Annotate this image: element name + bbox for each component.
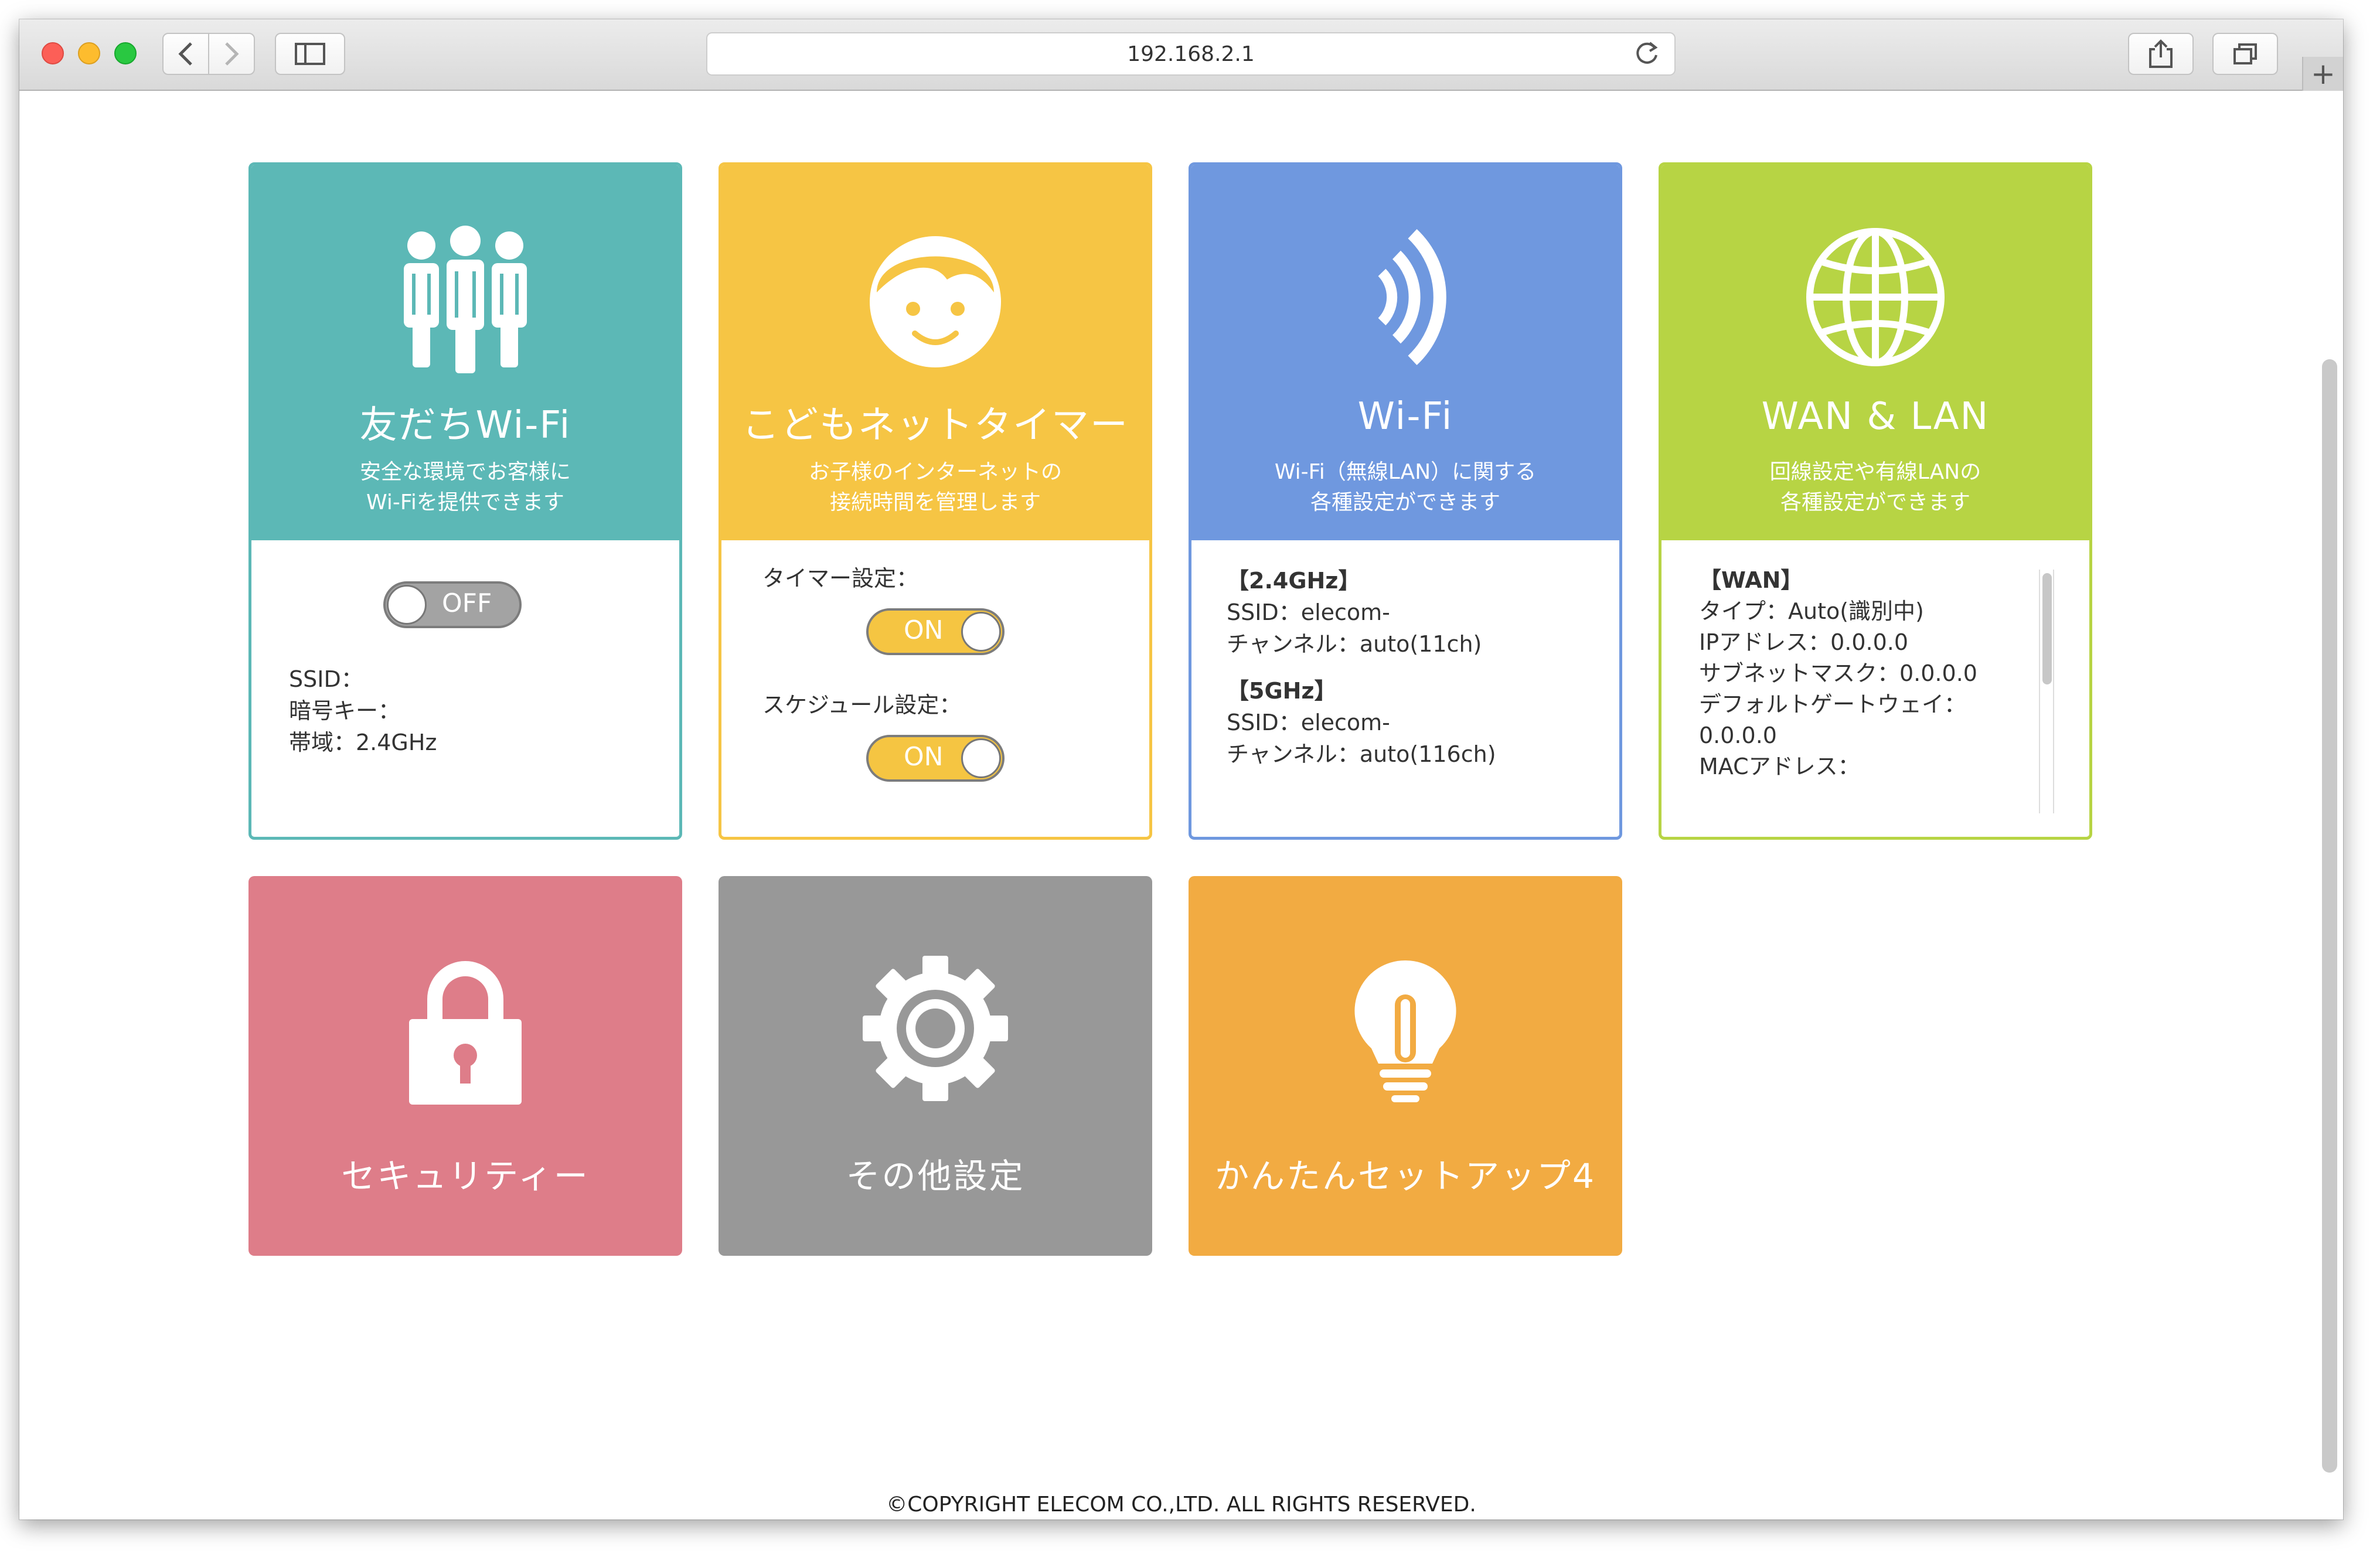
wan-subnet: サブネットマスク：0.0.0.0: [1699, 660, 1977, 686]
toggle-knob: [387, 585, 427, 625]
copyright-footer: ©COPYRIGHT ELECOM CO.,LTD. ALL RIGHTS RE…: [886, 1493, 1476, 1517]
new-tab-button[interactable]: +: [2302, 57, 2343, 91]
address-text: 192.168.2.1: [1127, 42, 1255, 66]
ssid-text: SSID：: [289, 666, 363, 692]
desc-line: お子様のインターネットの: [808, 460, 1062, 484]
tile-tomodachi-header[interactable]: 友だちWi-Fi 安全な環境でお客様に Wi-Fiを提供できます: [251, 165, 679, 540]
tile-title: 友だちWi-Fi: [359, 404, 571, 447]
child-face-icon: [870, 236, 1001, 367]
browser-window: 192.168.2.1 + 友だちWi-Fi 安全な環境でお客様に Wi-Fiを…: [19, 19, 2343, 1519]
band-5g-ssid: SSID：elecom-: [1227, 710, 1390, 735]
tile-title: WAN & LAN: [1761, 395, 1990, 438]
toggle-label: ON: [904, 615, 944, 645]
lock-icon: [409, 961, 522, 1105]
wan-gateway-value: 0.0.0.0: [1699, 723, 1777, 748]
desc-line: 各種設定ができます: [1310, 490, 1500, 515]
show-tabs-button[interactable]: [2212, 33, 2278, 75]
tile-tomodachi-wifi[interactable]: 友だちWi-Fi 安全な環境でお客様に Wi-Fiを提供できます OFF SSI…: [248, 162, 682, 840]
tile-wanlan-header[interactable]: WAN & LAN 回線設定や有線LANの 各種設定ができます: [1661, 165, 2089, 540]
globe-icon: [1806, 228, 1945, 366]
sidebar-icon: [295, 43, 325, 65]
desc-line: 各種設定ができます: [1780, 490, 1970, 515]
tile-security[interactable]: セキュリティー: [248, 876, 682, 1256]
wan-ip: IPアドレス：0.0.0.0: [1699, 629, 1909, 655]
reload-icon[interactable]: [1632, 39, 1661, 69]
toggle-label: ON: [904, 742, 944, 772]
tile-title: Wi-Fi: [1357, 395, 1453, 438]
desc-line: Wi-Fiを提供できます: [366, 490, 564, 515]
wan-mac: MACアドレス：: [1699, 754, 1860, 779]
band-2g-channel: チャンネル：auto(11ch): [1227, 631, 1482, 657]
desc-line: 接続時間を管理します: [829, 490, 1041, 515]
tile-description: Wi-Fi（無線LAN）に関する 各種設定ができます: [1191, 457, 1619, 518]
tile-kodomo-header[interactable]: こどもネットタイマー お子様のインターネットの 接続時間を管理します: [721, 165, 1149, 540]
tabs-icon: [2233, 43, 2257, 64]
wifi-info: 【2.4GHz】 SSID：elecom- チャンネル：auto(11ch) 【…: [1227, 565, 1496, 770]
back-button[interactable]: [162, 33, 209, 75]
schedule-setting-label: スケジュール設定：: [762, 692, 962, 718]
address-bar[interactable]: 192.168.2.1: [706, 32, 1676, 76]
tomodachi-info: SSID： 暗号キー： 帯域：2.4GHz: [289, 663, 437, 758]
wan-info: 【WAN】 タイプ：Auto(識別中) IPアドレス：0.0.0.0 サブネット…: [1699, 565, 1977, 782]
tile-tomodachi-body: OFF SSID： 暗号キー： 帯域：2.4GHz: [251, 540, 679, 837]
tile-title: こどもネットタイマー: [742, 404, 1129, 447]
toggle-label: OFF: [442, 588, 492, 618]
tile-wifi-body: 【2.4GHz】 SSID：elecom- チャンネル：auto(11ch) 【…: [1191, 540, 1619, 837]
timer-setting-label: タイマー設定：: [762, 565, 919, 591]
toggle-knob: [961, 738, 1001, 778]
tile-description: 安全な環境でお客様に Wi-Fiを提供できます: [251, 457, 679, 518]
tile-wan-lan[interactable]: WAN & LAN 回線設定や有線LANの 各種設定ができます 【WAN】 タイ…: [1659, 162, 2092, 840]
desc-line: 回線設定や有線LANの: [1769, 460, 1981, 484]
gear-icon: [863, 956, 1008, 1101]
tomodachi-wifi-toggle[interactable]: OFF: [383, 581, 522, 628]
band-2g-ssid: SSID：elecom-: [1227, 599, 1390, 625]
forward-button[interactable]: [208, 33, 255, 75]
tile-title: その他設定: [846, 1156, 1025, 1196]
tile-kodomo-net-timer[interactable]: こどもネットタイマー お子様のインターネットの 接続時間を管理します タイマー設…: [719, 162, 1152, 840]
scroll-thumb[interactable]: [2042, 573, 2052, 684]
page-scrollbar[interactable]: [2322, 359, 2337, 1473]
lightbulb-icon: [1354, 960, 1456, 1102]
people-group-icon: [404, 226, 527, 373]
share-icon: [2149, 39, 2173, 68]
desc-line: 安全な環境でお客様に: [359, 460, 571, 484]
tile-description: お子様のインターネットの 接続時間を管理します: [721, 457, 1149, 518]
tile-title: セキュリティー: [341, 1156, 590, 1196]
wifi-signal-icon: [1378, 229, 1446, 366]
tile-description: 回線設定や有線LANの 各種設定ができます: [1661, 457, 2089, 518]
share-button[interactable]: [2128, 33, 2194, 75]
sidebar-toggle-button[interactable]: [275, 33, 345, 75]
wan-header: 【WAN】: [1699, 567, 1803, 593]
tile-wifi[interactable]: Wi-Fi Wi-Fi（無線LAN）に関する 各種設定ができます 【2.4GHz…: [1189, 162, 1622, 840]
zoom-window-button[interactable]: [114, 42, 137, 64]
tile-easy-setup[interactable]: かんたんセットアップ4: [1189, 876, 1622, 1256]
wan-type: タイプ：Auto(識別中): [1699, 598, 1924, 624]
band-text: 帯域：2.4GHz: [289, 730, 437, 755]
tile-wifi-header[interactable]: Wi-Fi Wi-Fi（無線LAN）に関する 各種設定ができます: [1191, 165, 1619, 540]
schedule-toggle[interactable]: ON: [866, 735, 1005, 782]
tile-other-settings[interactable]: その他設定: [719, 876, 1152, 1256]
browser-toolbar: 192.168.2.1 +: [19, 19, 2343, 91]
tile-wanlan-body[interactable]: 【WAN】 タイプ：Auto(識別中) IPアドレス：0.0.0.0 サブネット…: [1661, 540, 2089, 837]
wan-gateway-label: デフォルトゲートウェイ：: [1699, 691, 1967, 717]
toggle-knob: [961, 612, 1001, 652]
close-window-button[interactable]: [42, 42, 64, 64]
key-text: 暗号キー：: [289, 698, 401, 724]
tile-title: かんたんセットアップ4: [1215, 1156, 1596, 1196]
band-5g-channel: チャンネル：auto(116ch): [1227, 741, 1496, 767]
band-2g-header: 【2.4GHz】: [1227, 568, 1361, 594]
band-5g-header: 【5GHz】: [1227, 678, 1337, 704]
wan-info-scrollbar[interactable]: [2039, 570, 2054, 813]
chevron-right-icon: [225, 42, 239, 66]
desc-line: Wi-Fi（無線LAN）に関する: [1274, 460, 1537, 484]
chevron-left-icon: [178, 42, 192, 66]
tile-kodomo-body: タイマー設定： ON スケジュール設定： ON: [721, 540, 1149, 837]
minimize-window-button[interactable]: [78, 42, 100, 64]
timer-toggle[interactable]: ON: [866, 608, 1005, 655]
plus-icon: +: [2311, 57, 2335, 91]
